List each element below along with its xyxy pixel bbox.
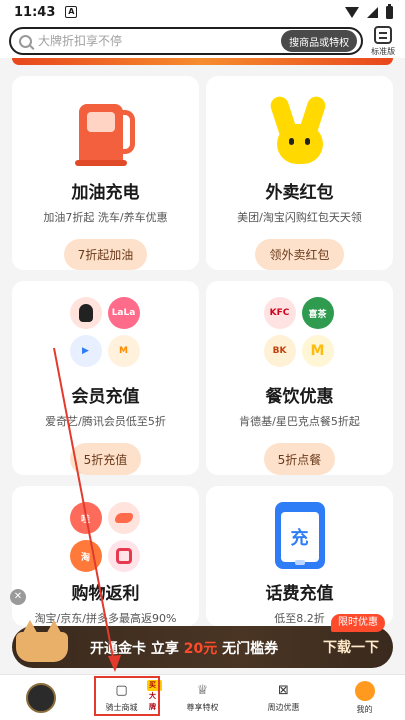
phone-recharge-icon: 充 (274, 502, 325, 569)
card-subtitle: 爱奇艺/腾讯会员低至5折 (45, 415, 166, 429)
bottom-nav: ▢ 骑士商城 买大牌 ♕ 尊享特权 ⊠ 周边优惠 我的 (0, 674, 405, 720)
card-subtitle: 低至8.2折 (274, 612, 325, 625)
card-subtitle: 加油7折起 洗车/养车优惠 (43, 211, 168, 225)
card-membership-recharge[interactable]: LaLa ▶ M 会员充值 爱奇艺/腾讯会员低至5折 5折充值 (12, 281, 199, 475)
kfc-icon: KFC (263, 297, 296, 329)
promo-text: 开通金卡 立享 20元 无门槛券 (90, 641, 279, 657)
yellow-mascot-icon (265, 94, 335, 170)
search-input[interactable] (38, 34, 282, 48)
card-title: 话费充值 (265, 584, 334, 604)
notification-icon: A (65, 6, 78, 18)
avatar (354, 680, 375, 701)
shopping-bird-icon (107, 502, 140, 534)
crown-icon (10, 618, 74, 674)
heytea-icon: 喜茶 (301, 297, 334, 329)
nav-profile[interactable]: 我的 (324, 675, 405, 720)
qq-icon (69, 297, 102, 329)
card-title: 外卖红包 (265, 183, 334, 204)
card-shopping-rebate[interactable]: 哇 淘 购物返利 淘宝/京东/拼多多最高返90% (12, 486, 199, 626)
card-subtitle: 肯德基/星巴克点餐5折起 (239, 415, 360, 429)
top-banner-strip (12, 58, 393, 65)
promo-cta[interactable]: 下载一下 (323, 637, 379, 657)
status-bar: 11:43 A (0, 0, 405, 24)
close-icon[interactable]: ✕ (10, 589, 26, 605)
membership-icons: LaLa ▶ M (69, 297, 142, 368)
mcdonalds-icon: M (301, 335, 334, 367)
coupon-icon (107, 540, 140, 572)
crown-nav-icon: ♕ (196, 682, 209, 698)
search-header: 搜商品或特权 标准版 (0, 24, 405, 58)
eleme-icon: 哇 (69, 502, 102, 534)
lala-icon: LaLa (107, 297, 140, 329)
fuel-pump-icon (71, 94, 141, 170)
burger-king-icon: BK (263, 335, 296, 367)
promo-price: 20元 (183, 641, 218, 657)
ticket-icon: ⊠ (278, 682, 289, 698)
tencent-video-icon: ▶ (69, 335, 102, 367)
battery-icon (386, 3, 393, 19)
fuel-discount-button[interactable]: 7折起加油 (63, 239, 148, 270)
search-button[interactable]: 搜商品或特权 (281, 30, 358, 52)
card-title: 餐饮优惠 (265, 387, 334, 408)
card-title: 会员充值 (71, 387, 140, 408)
status-icons (345, 3, 393, 19)
search-box[interactable]: 搜商品或特权 (9, 27, 364, 55)
card-title: 加油充电 (71, 183, 140, 204)
search-icon (19, 34, 32, 48)
card-subtitle: 美团/淘宝闪购红包天天领 (237, 211, 362, 225)
membership-recharge-button[interactable]: 5折充值 (69, 443, 142, 475)
card-takeout-redpacket[interactable]: 外卖红包 美团/淘宝闪购红包天天领 领外卖红包 (206, 76, 393, 270)
mode-label: 标准版 (371, 46, 396, 56)
home-logo-icon (25, 682, 56, 713)
signal-icon (367, 6, 378, 18)
card-dining-discount[interactable]: KFC 喜茶 BK M 餐饮优惠 肯德基/星巴克点餐5折起 5折点餐 (206, 281, 393, 475)
wifi-icon (345, 6, 359, 18)
mode-switch[interactable]: 标准版 (369, 25, 397, 57)
takeout-redpacket-button[interactable]: 领外卖红包 (255, 239, 344, 270)
nav-label: 我的 (356, 704, 373, 714)
nav-home[interactable] (0, 675, 81, 720)
nav-highlight-box (94, 676, 160, 716)
taobao-icon: 淘 (69, 540, 102, 572)
nav-vip-privileges[interactable]: ♕ 尊享特权 (162, 675, 243, 720)
dining-order-button[interactable]: 5折点餐 (263, 443, 336, 475)
dining-icons: KFC 喜茶 BK M (263, 297, 336, 368)
nav-label: 尊享特权 (186, 702, 219, 712)
gold-card-promo-banner[interactable]: 开通金卡 立享 20元 无门槛券 下载一下 限时优惠 (12, 614, 393, 668)
nav-nearby-deals[interactable]: ⊠ 周边优惠 (243, 675, 324, 720)
switch-icon (374, 25, 393, 44)
mango-tv-icon: M (107, 335, 140, 367)
status-time: 11:43 (14, 4, 56, 20)
card-phone-recharge[interactable]: 充 话费充值 低至8.2折 (206, 486, 393, 626)
card-title: 购物返利 (71, 584, 140, 604)
limited-offer-badge: 限时优惠 (331, 614, 385, 632)
nav-label: 周边优惠 (267, 702, 300, 712)
card-fuel-charging[interactable]: 加油充电 加油7折起 洗车/养车优惠 7折起加油 (12, 76, 199, 270)
shopping-icons: 哇 淘 (69, 502, 142, 572)
